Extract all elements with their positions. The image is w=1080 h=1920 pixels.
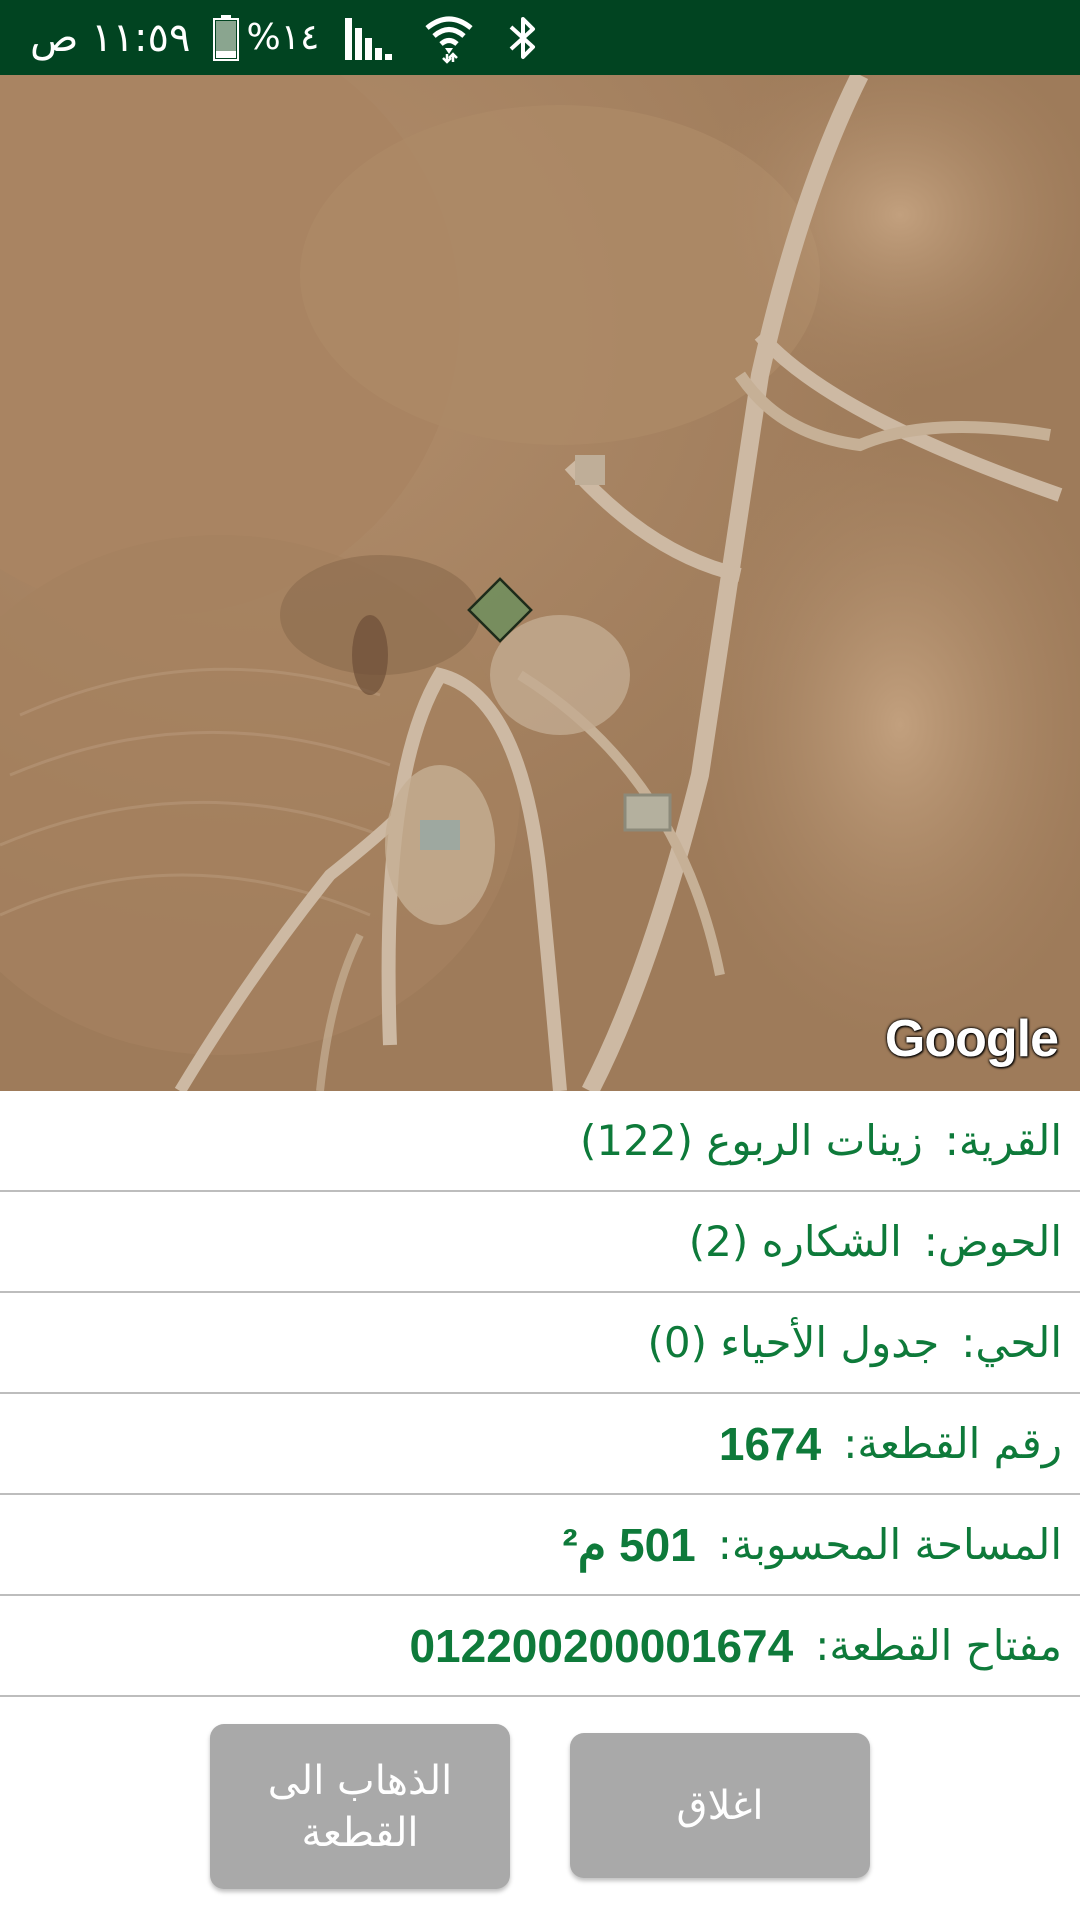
battery-percentage: %١٤ bbox=[246, 17, 320, 58]
info-row-district: الحي: جدول الأحياء (0) bbox=[0, 1293, 1080, 1394]
parcel-number-value: 1674 bbox=[718, 1417, 822, 1470]
basin-label: الحوض: bbox=[923, 1217, 1062, 1266]
parcel-key-value: 012200200001674 bbox=[409, 1619, 794, 1672]
district-value: جدول الأحياء (0) bbox=[647, 1318, 940, 1367]
info-row-area: المساحة المحسوبة: 501 م² bbox=[0, 1495, 1080, 1596]
parcel-key-label: مفتاح القطعة: bbox=[815, 1621, 1062, 1670]
village-value: زينات الربوع (122) bbox=[580, 1116, 923, 1165]
info-row-village: القرية: زينات الربوع (122) bbox=[0, 1091, 1080, 1192]
map-imagery bbox=[0, 75, 1080, 1091]
basin-value: الشكاره (2) bbox=[688, 1217, 902, 1266]
google-attribution: Google bbox=[884, 1010, 1059, 1068]
bluetooth-icon bbox=[510, 16, 536, 59]
clock: ١١:٥٩ ص bbox=[30, 14, 191, 61]
parcel-info-list: القرية: زينات الربوع (122) الحوض: الشكار… bbox=[0, 1091, 1080, 1697]
status-bar: ١١:٥٩ ص %١٤ bbox=[0, 0, 1080, 75]
signal-icon bbox=[345, 17, 393, 60]
info-row-basin: الحوض: الشكاره (2) bbox=[0, 1192, 1080, 1293]
village-label: القرية: bbox=[944, 1116, 1062, 1165]
parcel-number-label: رقم القطعة: bbox=[843, 1419, 1062, 1468]
satellite-map[interactable]: Google bbox=[0, 75, 1080, 1091]
info-row-parcel-key: مفتاح القطعة: 012200200001674 bbox=[0, 1596, 1080, 1697]
area-value: 501 م² bbox=[562, 1518, 696, 1571]
wifi-icon bbox=[425, 16, 473, 64]
info-row-parcel-number: رقم القطعة: 1674 bbox=[0, 1394, 1080, 1495]
go-to-parcel-button[interactable]: الذهاب الى القطعة bbox=[210, 1724, 510, 1889]
battery-icon bbox=[212, 14, 239, 61]
district-label: الحي: bbox=[961, 1318, 1062, 1367]
area-label: المساحة المحسوبة: bbox=[717, 1520, 1062, 1569]
action-buttons: اغلاق الذهاب الى القطعة bbox=[0, 1700, 1080, 1920]
close-button[interactable]: اغلاق bbox=[570, 1733, 870, 1878]
